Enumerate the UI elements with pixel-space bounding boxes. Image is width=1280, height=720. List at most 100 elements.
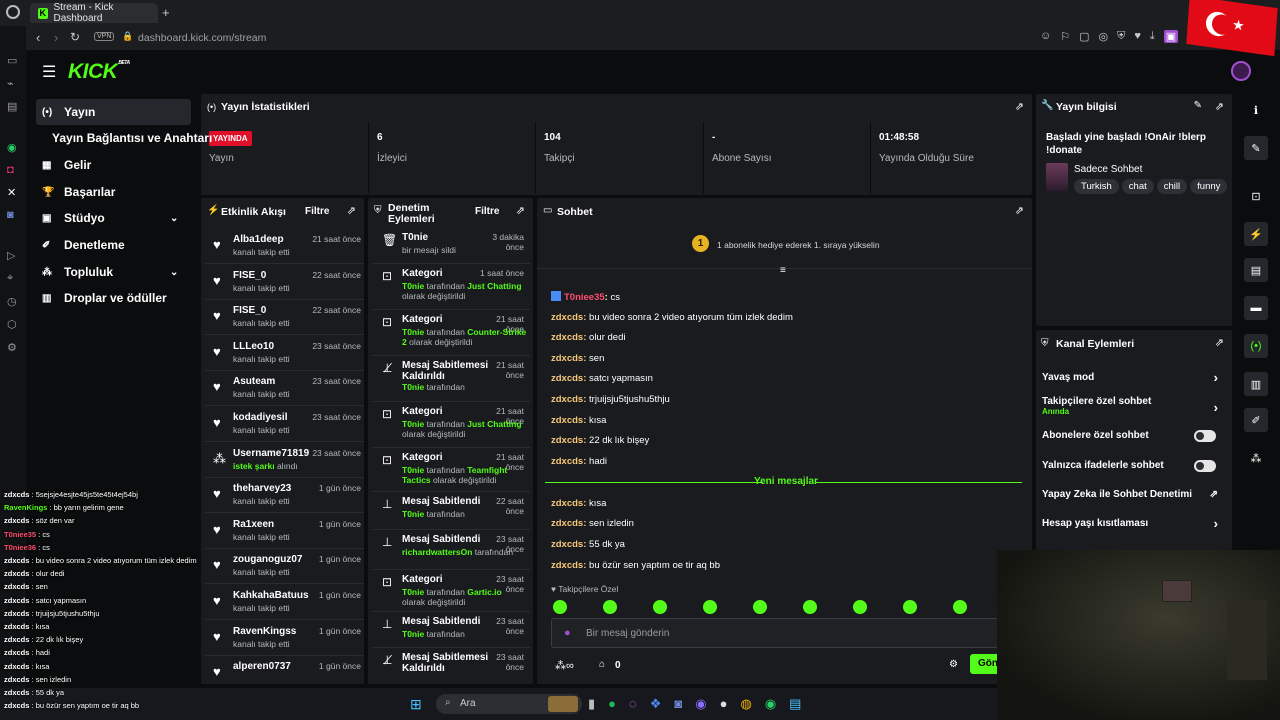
channel-action-row[interactable]: Yalnızca ifadelerle sohbet bbox=[1042, 460, 1226, 482]
history-icon[interactable]: ◷ bbox=[7, 295, 17, 308]
mod-action-row[interactable]: ⊡ Kategori 21 saat önce T0nie tarafından Ju… bbox=[372, 402, 530, 448]
mod-action-row[interactable]: ⊡ Kategori 21 saat önce T0nie tarafından Te… bbox=[372, 448, 530, 492]
channel-action-row[interactable]: Yapay Zeka ile Sohbet Denetimi ⇗ bbox=[1042, 489, 1226, 511]
mod-action-row[interactable]: ⊥ Mesaj Sabitlendi 22 saat önce T0nie taraf… bbox=[372, 492, 530, 530]
mod-action-row[interactable]: 🗑 T0nie 3 dakika önce bir mesajı sildi bbox=[372, 228, 530, 264]
channel-action-row[interactable]: Hesap yaşı kısıtlaması › bbox=[1042, 516, 1226, 540]
taskbar-search[interactable]: ⌕ Ara bbox=[436, 694, 582, 714]
mod-action-row[interactable]: ⊡ Kategori 1 saat önce T0nie tarafından Jus… bbox=[372, 264, 530, 310]
pinned-chevron-icon[interactable]: ≡ bbox=[780, 265, 786, 276]
chevron-right-icon[interactable]: › bbox=[1214, 370, 1218, 385]
activity-row[interactable]: ♥ zouganoguz07 1 gün önce kanalı takip etti bbox=[205, 548, 364, 585]
pin-icon[interactable]: ⌖ bbox=[7, 272, 17, 285]
spotify-icon[interactable]: ● bbox=[608, 696, 616, 712]
channel-action-row[interactable]: Takipçilere özel sohbet Anında › bbox=[1042, 396, 1226, 418]
activity-row[interactable]: ♥ KahkahaBatuus 1 gün önce kanalı takip ett… bbox=[205, 584, 364, 620]
nav-item-7[interactable]: ▥ Droplar ve ödüller bbox=[36, 285, 191, 311]
emote-icon[interactable] bbox=[703, 600, 717, 614]
emote-icon[interactable] bbox=[953, 600, 967, 614]
chat-message[interactable]: zdxcds: bu özür sen yaptım oe tir aq bb bbox=[551, 560, 720, 571]
nav-item-1[interactable]: Yayın Bağlantısı ve Anahtarı bbox=[36, 125, 212, 151]
filter-button[interactable]: Filtre bbox=[475, 206, 499, 217]
activity-row[interactable]: ⁂ Username71819 23 saat önce istek şarkı al… bbox=[205, 442, 364, 478]
capture-icon[interactable]: ⊡ bbox=[1244, 184, 1268, 208]
snapshot-icon[interactable]: ▢ bbox=[1079, 30, 1089, 43]
edit-tool-icon[interactable]: ✎ bbox=[1244, 136, 1268, 160]
sidebar-ai-icon[interactable]: ▭ bbox=[7, 54, 17, 67]
chat-message[interactable]: zdxcds: 55 dk ya bbox=[551, 539, 625, 550]
wrench-tool-icon[interactable]: ✐ bbox=[1244, 408, 1268, 432]
chat-message[interactable]: zdxcds: satcı yapmasın bbox=[551, 373, 653, 384]
info-icon[interactable]: ℹ bbox=[1244, 98, 1268, 122]
task-view-icon[interactable]: ▮ bbox=[588, 696, 595, 712]
kick-logo[interactable]: KICKBETA bbox=[68, 60, 130, 84]
chat-input[interactable]: ● Bir mesaj gönderin bbox=[551, 618, 1011, 648]
nav-item-5[interactable]: ✐ Denetleme bbox=[36, 232, 191, 258]
chat-message[interactable]: zdxcds: 22 dk lık bişey bbox=[551, 435, 649, 446]
expand-icon[interactable]: ⇗ bbox=[347, 204, 356, 217]
layout-tool-icon[interactable]: ▥ bbox=[1244, 372, 1268, 396]
emote-icon[interactable] bbox=[603, 600, 617, 614]
nav-item-0[interactable]: (•) Yayın bbox=[36, 99, 191, 125]
emote-icon[interactable] bbox=[853, 600, 867, 614]
activity-row[interactable]: ♥ kodadiyesil 23 saat önce kanalı takip ett… bbox=[205, 406, 364, 442]
chat-message[interactable]: zdxcds: trjuijsju5tjushu5thju bbox=[551, 394, 670, 405]
shield-icon[interactable]: ⛨ bbox=[1117, 30, 1125, 43]
avatar[interactable] bbox=[1231, 61, 1251, 81]
opera-logo-icon[interactable] bbox=[6, 5, 20, 19]
new-tab-icon[interactable]: + bbox=[162, 5, 170, 20]
mod-action-row[interactable]: ⊥ Mesaj Sabitlendi 23 saat önce T0nie taraf… bbox=[372, 612, 530, 648]
extension-icon[interactable]: ▣ bbox=[1163, 30, 1179, 43]
toggle-switch[interactable] bbox=[1194, 460, 1216, 472]
expand-icon[interactable]: ⇗ bbox=[1215, 336, 1224, 349]
tag-chip[interactable]: Turkish bbox=[1074, 179, 1119, 194]
reload-icon[interactable]: ↻ bbox=[70, 30, 80, 44]
activity-row[interactable]: ♥ Ra1xeen 1 gün önce kanalı takip etti bbox=[205, 513, 364, 549]
url-field[interactable]: dashboard.kick.com/stream bbox=[138, 32, 266, 44]
emote-icon[interactable] bbox=[553, 600, 567, 614]
mod-action-row[interactable]: ⊡ Kategori 23 saat önce T0nie tarafından Ga… bbox=[372, 570, 530, 612]
activity-row[interactable]: ♥ FISE_0 22 saat önce kanalı takip etti bbox=[205, 264, 364, 300]
activity-row[interactable]: ♥ Asuteam 23 saat önce kanalı takip etti bbox=[205, 370, 364, 407]
activity-row[interactable]: ♥ alperen0737 1 gün önce bbox=[205, 655, 364, 684]
player-icon[interactable]: ▷ bbox=[7, 249, 17, 262]
steam-icon[interactable]: ● bbox=[720, 696, 728, 712]
channel-action-row[interactable]: Yavaş mod › bbox=[1042, 370, 1226, 394]
x-icon[interactable]: ✕ bbox=[7, 186, 17, 199]
mic-icon[interactable]: ● bbox=[564, 627, 571, 639]
emote-icon[interactable] bbox=[653, 600, 667, 614]
channel-action-row[interactable]: Abonelere özel sohbet bbox=[1042, 430, 1226, 452]
chat-message[interactable]: zdxcds: bu video sonra 2 video atıyorum … bbox=[551, 312, 793, 323]
gift-sub-banner[interactable]: 1 abonelik hediye ederek 1. sıraya yükse… bbox=[717, 240, 880, 250]
windows-start-icon[interactable]: ⊞ bbox=[410, 696, 422, 713]
chat-message[interactable]: zdxcds: olur dedi bbox=[551, 332, 625, 343]
emote-icon[interactable] bbox=[803, 600, 817, 614]
chevron-down-icon[interactable]: ⌄ bbox=[170, 267, 178, 278]
tag-chip[interactable]: chill bbox=[1156, 179, 1188, 194]
community-tool-icon[interactable]: ⁂ bbox=[1244, 446, 1268, 470]
edit-icon[interactable]: ✎ bbox=[1194, 100, 1202, 111]
nav-item-2[interactable]: ▦ Gelir bbox=[36, 152, 191, 178]
chat-message[interactable]: zdxcds: kısa bbox=[551, 415, 606, 426]
settings-icon[interactable]: ⚙ bbox=[7, 341, 17, 354]
camera-icon[interactable]: ◎ bbox=[1099, 30, 1109, 43]
emote-icon[interactable] bbox=[903, 600, 917, 614]
app-icon[interactable]: ◌ bbox=[629, 696, 637, 712]
mod-action-row[interactable]: ⊥̸ Mesaj Sabitlemesi Kaldırıldı 21 saat ön… bbox=[372, 356, 530, 402]
app-icon[interactable]: ◉ bbox=[695, 696, 706, 712]
extensions-icon[interactable]: ⬡ bbox=[7, 318, 17, 331]
activity-row[interactable]: ♥ theharvey23 1 gün önce kanalı takip etti bbox=[205, 477, 364, 514]
chat-message[interactable]: zdxcds: sen izledin bbox=[551, 518, 634, 529]
activity-row[interactable]: ♥ LLLeo10 23 saat önce kanalı takip etti bbox=[205, 335, 364, 371]
menu-icon[interactable]: ☰ bbox=[42, 62, 56, 82]
whatsapp-icon[interactable]: ◉ bbox=[7, 141, 17, 154]
whatsapp-icon[interactable]: ◉ bbox=[765, 696, 776, 712]
tag-chip[interactable]: chat bbox=[1121, 179, 1154, 194]
chat-settings-icon[interactable]: ⚙ bbox=[949, 659, 958, 670]
sidebar-wallet-icon[interactable]: ▤ bbox=[7, 100, 17, 113]
expand-icon[interactable]: ⇗ bbox=[1215, 100, 1224, 113]
broadcast-tool-icon[interactable]: (•) bbox=[1244, 334, 1268, 358]
activity-row[interactable]: ♥ FISE_0 22 saat önce kanalı takip etti bbox=[205, 299, 364, 336]
category-name[interactable]: Sadece Sohbet bbox=[1074, 164, 1142, 175]
chat-message[interactable]: zdxcds: sen bbox=[551, 353, 604, 364]
